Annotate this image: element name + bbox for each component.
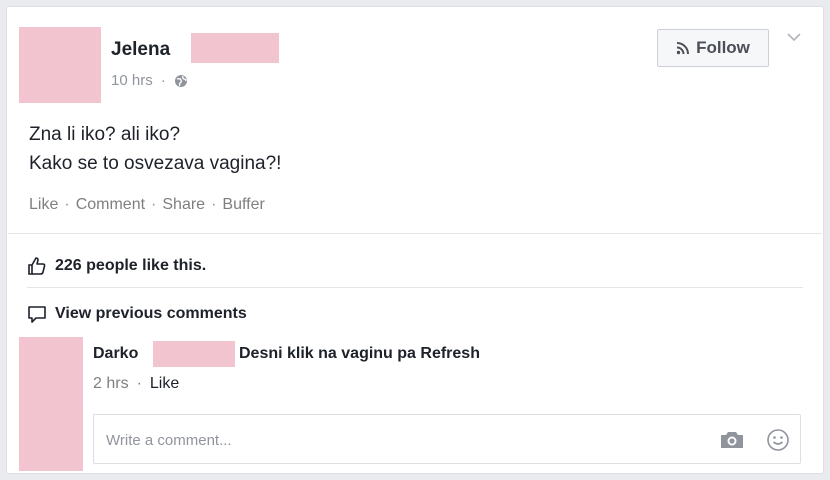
like-action[interactable]: Like: [29, 196, 58, 214]
commenter-surname-redaction: [153, 341, 235, 367]
separator-dot: ·: [64, 196, 70, 213]
separator-dot: ·: [160, 72, 166, 89]
rss-icon: [676, 42, 690, 55]
comment-input-box: [93, 414, 801, 464]
view-previous-comments[interactable]: View previous comments: [27, 304, 247, 324]
comment-input[interactable]: [104, 427, 688, 453]
post-text-line-1: Zna li iko? ali iko?: [29, 124, 181, 145]
author-name[interactable]: Jelena: [111, 39, 170, 61]
camera-icon[interactable]: [719, 429, 745, 451]
post-text: Zna li iko? ali iko? Kako se to osvezava…: [29, 120, 281, 178]
follow-button[interactable]: Follow: [657, 29, 769, 67]
post-time[interactable]: 10 hrs: [111, 72, 153, 89]
comment-bubble-icon: [28, 306, 46, 323]
share-action[interactable]: Share: [162, 196, 205, 214]
separator-dot: ·: [211, 196, 217, 213]
view-previous-label: View previous comments: [55, 305, 247, 322]
likes-count-text: 226 people like this.: [55, 257, 207, 274]
post-actions: Like · Comment · Share · Buffer: [29, 196, 265, 214]
commenter-name[interactable]: Darko: [93, 345, 138, 363]
divider: [8, 233, 822, 234]
comment-time[interactable]: 2 hrs: [93, 375, 129, 393]
separator-dot: ·: [151, 196, 157, 213]
post-text-line-2: Kako se to osvezava vagina?!: [29, 153, 282, 174]
author-avatar[interactable]: [19, 27, 101, 103]
comment-like-action[interactable]: Like: [150, 375, 179, 393]
comment-text: Desni klik na vaginu pa Refresh: [239, 345, 480, 362]
globe-icon: [174, 74, 187, 87]
follow-label: Follow: [696, 38, 750, 57]
smiley-icon[interactable]: [766, 428, 790, 452]
comment-action[interactable]: Comment: [76, 196, 145, 214]
chevron-down-icon[interactable]: [785, 31, 803, 43]
likes-summary[interactable]: 226 people like this.: [27, 256, 206, 276]
comment-meta: 2 hrs · Like: [93, 375, 179, 393]
post-meta: 10 hrs ·: [111, 72, 188, 89]
divider: [27, 287, 803, 288]
commenter-avatar[interactable]: [19, 337, 83, 471]
post-card: Jelena 10 hrs · Follow Zna li iko? ali i…: [6, 6, 824, 474]
thumbs-up-icon: [28, 257, 46, 275]
buffer-action[interactable]: Buffer: [222, 196, 264, 214]
separator-dot: ·: [136, 375, 142, 392]
author-surname-redaction: [191, 33, 279, 63]
